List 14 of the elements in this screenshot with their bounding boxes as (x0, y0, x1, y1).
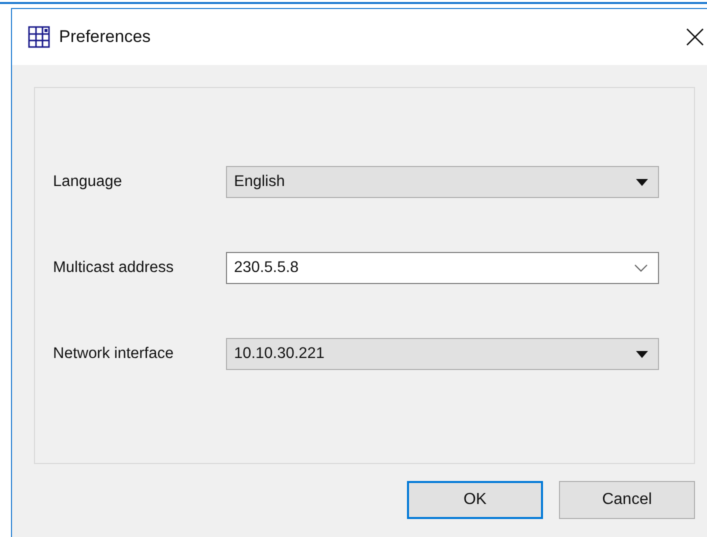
field-label: Network interface (53, 345, 175, 363)
field-label: Multicast address (53, 259, 175, 277)
dialog-button[interactable]: Cancel (559, 481, 695, 519)
dropdown[interactable]: English (226, 166, 659, 198)
grid-icon (28, 26, 50, 48)
dropdown[interactable]: 10.10.30.221 (226, 338, 659, 370)
close-icon[interactable] (686, 28, 704, 46)
field-label: Language (53, 173, 123, 191)
dialog-button[interactable]: OK (407, 481, 543, 519)
chevron-icon (634, 264, 648, 272)
caret-icon (636, 178, 648, 186)
caret-icon (636, 350, 648, 358)
window-title: Preferences (59, 27, 151, 47)
combo-input[interactable]: 230.5.5.8 (226, 252, 659, 284)
